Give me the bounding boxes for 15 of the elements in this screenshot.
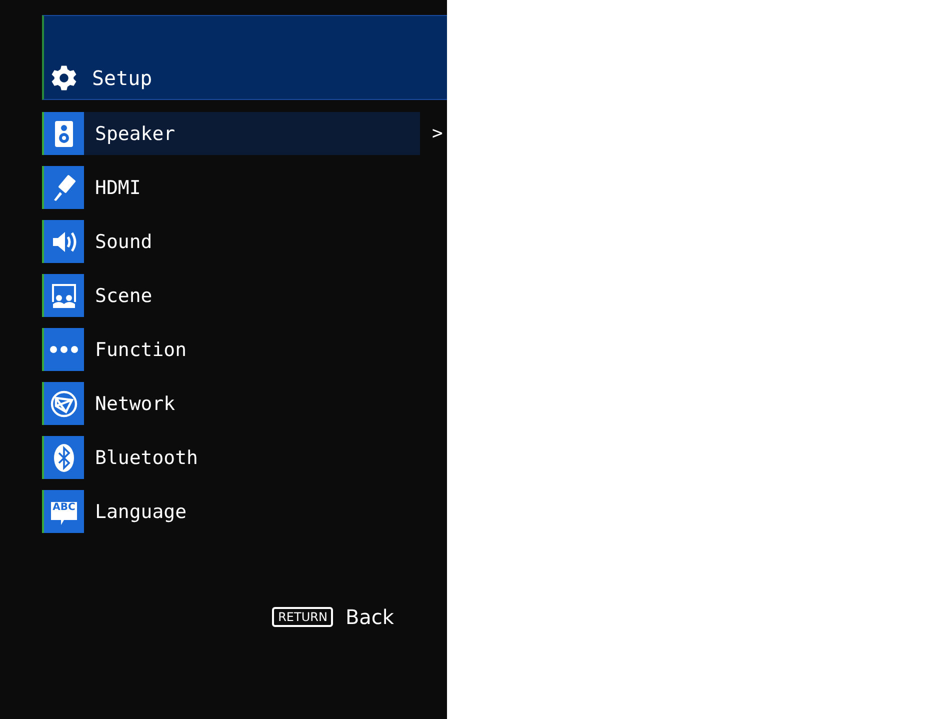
menu-item[interactable]: Language (84, 490, 420, 533)
menu-item[interactable]: Network (84, 382, 420, 425)
icon-text: ABC (52, 502, 76, 513)
return-key: RETURN (272, 607, 334, 627)
back-label: Back (345, 605, 394, 629)
settings-icon (50, 64, 78, 92)
menu-item[interactable]: Speaker (84, 112, 420, 155)
menu-title: Setup (92, 65, 152, 91)
menu-item[interactable]: Bluetooth (84, 436, 420, 479)
dots-icon (50, 346, 78, 353)
menu-item[interactable]: Scene (84, 274, 420, 317)
menu-item[interactable]: Sound (84, 220, 420, 263)
menu-item[interactable]: Function (84, 328, 420, 371)
chevron-icon: > (432, 123, 443, 144)
menu-item[interactable]: HDMI (84, 166, 420, 209)
